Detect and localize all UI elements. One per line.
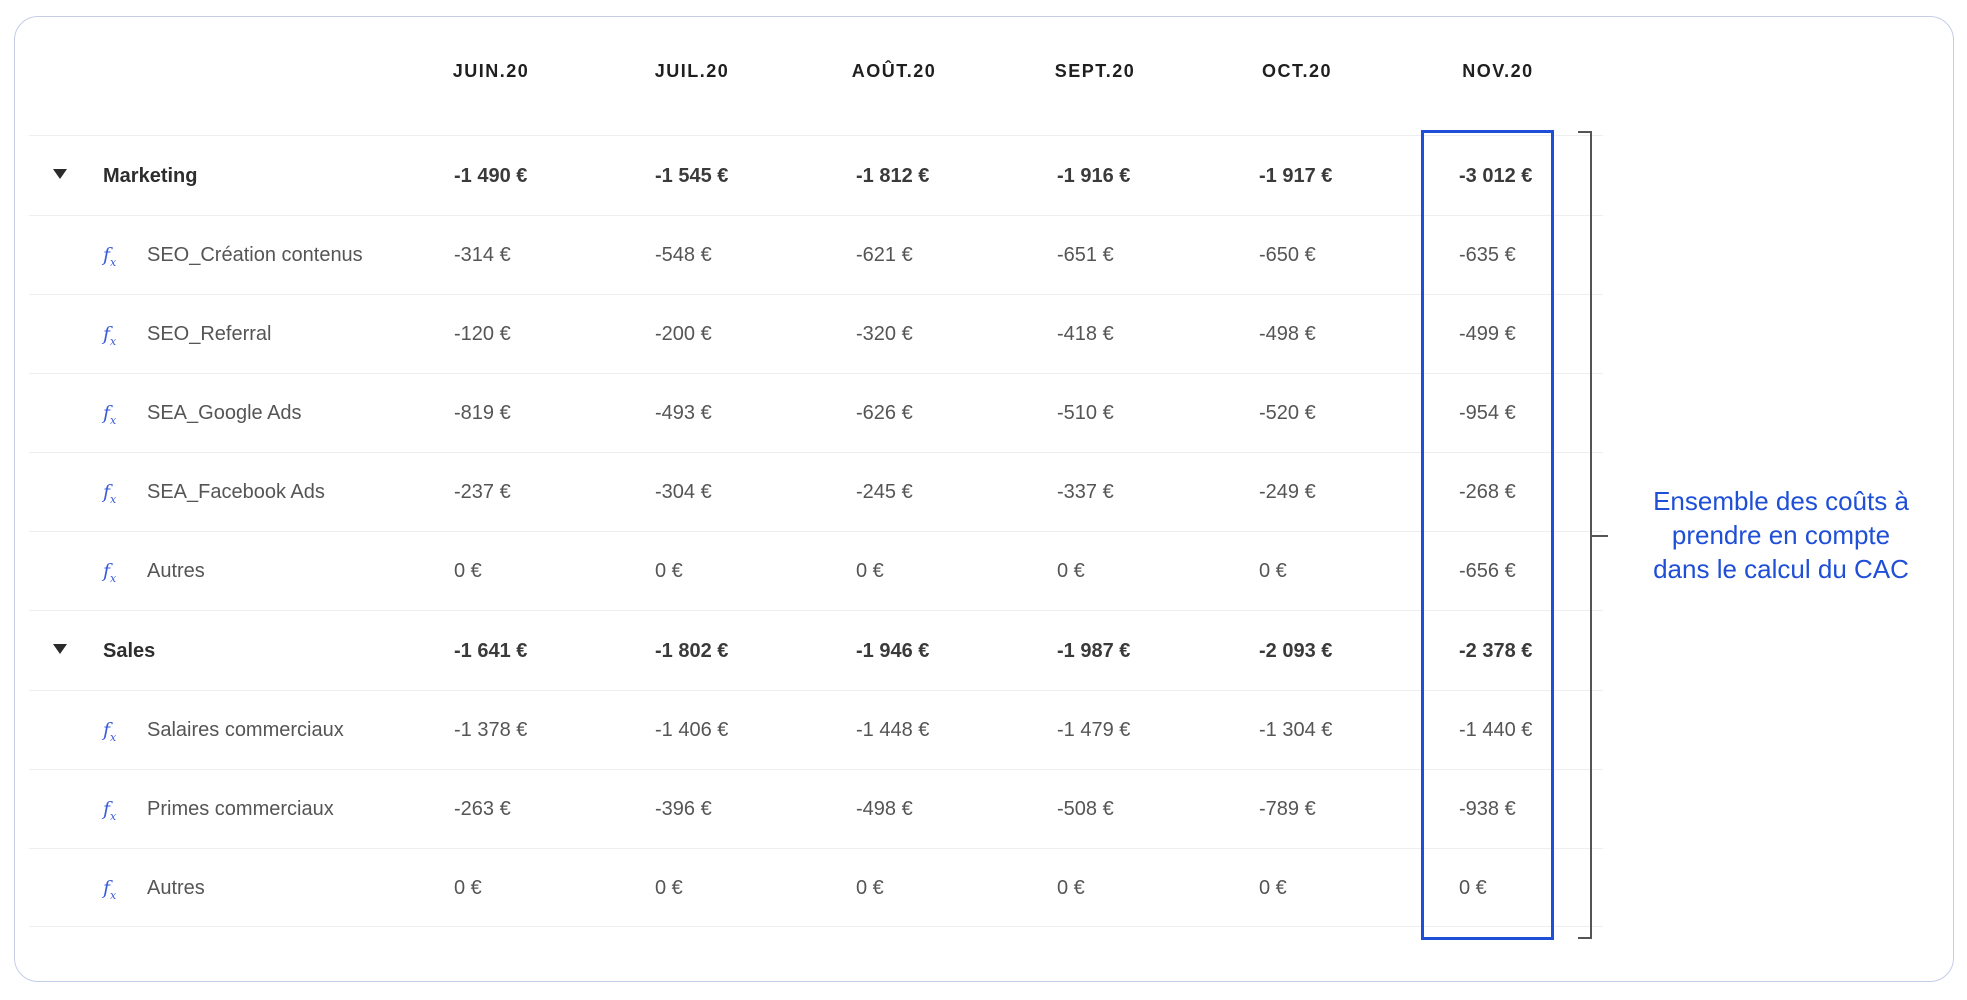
cell-value[interactable]: -650 € <box>1259 216 1316 295</box>
cell-value[interactable]: -626 € <box>856 374 913 453</box>
function-icon: fx <box>103 323 117 348</box>
cell-value[interactable]: -120 € <box>454 295 511 374</box>
cell-value[interactable]: -1 406 € <box>655 691 728 770</box>
caret-down-icon[interactable] <box>53 169 67 179</box>
cell-value[interactable]: -1 545 € <box>655 136 728 216</box>
cell-value[interactable]: -510 € <box>1057 374 1114 453</box>
annotation-line: dans le calcul du CAC <box>1653 554 1909 584</box>
table-row[interactable]: fx SEO_Création contenus -314 € -548 € -621 … <box>29 215 1603 294</box>
annotation-line: prendre en compte <box>1671 520 1891 550</box>
cell-value[interactable]: -396 € <box>655 770 712 849</box>
cell-value[interactable]: 0 € <box>655 532 683 611</box>
cell-value[interactable]: -1 802 € <box>655 611 728 691</box>
annotation-line: Ensemble des coûts à <box>1653 486 1909 516</box>
table-row[interactable]: fx Salaires commerciaux -1 378 € -1 406 € -1… <box>29 690 1603 769</box>
cell-value[interactable]: 0 € <box>856 532 884 611</box>
cell-value[interactable]: 0 € <box>454 849 482 928</box>
bracket <box>1578 131 1592 939</box>
cell-value[interactable]: -200 € <box>655 295 712 374</box>
cell-value[interactable]: -651 € <box>1057 216 1114 295</box>
cell-value[interactable]: -1 448 € <box>856 691 929 770</box>
cell-value[interactable]: -493 € <box>655 374 712 453</box>
row-label: Autres <box>147 877 205 899</box>
cell-value[interactable]: -1 479 € <box>1057 691 1130 770</box>
group-row[interactable]: Marketing -1 490 € -1 545 € -1 812 € -1 916 … <box>29 135 1603 215</box>
cell-value[interactable]: -498 € <box>856 770 913 849</box>
table-row[interactable]: fx SEA_Facebook Ads -237 € -304 € -245 € -337… <box>29 452 1603 531</box>
cell-value[interactable]: -1 490 € <box>454 136 527 216</box>
cell-value[interactable]: -548 € <box>655 216 712 295</box>
cell-value[interactable]: 0 € <box>1259 849 1287 928</box>
cell-value[interactable]: -1 987 € <box>1057 611 1130 691</box>
row-label: Sales <box>103 640 156 662</box>
cell-value[interactable]: -418 € <box>1057 295 1114 374</box>
column-header[interactable]: JUIL.20 <box>612 61 772 82</box>
cac-annotation: Ensemble des coûts à prendre en compte d… <box>1626 484 1936 586</box>
row-label: SEA_Facebook Ads <box>147 481 325 503</box>
cell-value[interactable]: -819 € <box>454 374 511 453</box>
cell-value[interactable]: -1 946 € <box>856 611 929 691</box>
cell-value[interactable]: -789 € <box>1259 770 1316 849</box>
cell-value[interactable]: -1 917 € <box>1259 136 1332 216</box>
table-body: Marketing -1 490 € -1 545 € -1 812 € -1 916 … <box>29 135 1603 927</box>
nov-column-highlight <box>1421 130 1554 940</box>
cell-value[interactable]: 0 € <box>454 532 482 611</box>
cell-value[interactable]: -520 € <box>1259 374 1316 453</box>
function-icon: fx <box>103 877 117 902</box>
cell-value[interactable]: -2 093 € <box>1259 611 1332 691</box>
function-icon: fx <box>103 244 117 269</box>
table-row[interactable]: fx Autres 0 €0 €0 €0 €0 € -656 € <box>29 531 1603 610</box>
table-row[interactable]: fx SEO_Referral -120 € -200 € -320 € -418 € -4… <box>29 294 1603 373</box>
function-icon: fx <box>103 481 117 506</box>
cell-value[interactable]: 0 € <box>1057 849 1085 928</box>
column-header[interactable]: JUIN.20 <box>411 61 571 82</box>
row-label: Marketing <box>103 165 198 187</box>
cell-value[interactable]: -320 € <box>856 295 913 374</box>
function-icon: fx <box>103 719 117 744</box>
cell-value[interactable]: 0 € <box>655 849 683 928</box>
cell-value[interactable]: -1 916 € <box>1057 136 1130 216</box>
column-header[interactable]: NOV.20 <box>1418 61 1578 82</box>
cell-value[interactable]: -337 € <box>1057 453 1114 532</box>
bracket-tick <box>1592 535 1608 537</box>
row-label: SEO_Referral <box>147 323 272 345</box>
row-label: SEO_Création contenus <box>147 244 363 266</box>
cell-value[interactable]: -1 812 € <box>856 136 929 216</box>
cell-value[interactable]: -1 641 € <box>454 611 527 691</box>
table-row[interactable]: fx Autres 0 €0 €0 €0 €0 €0 € <box>29 848 1603 927</box>
column-header[interactable]: AOÛT.20 <box>814 61 974 82</box>
cell-value[interactable]: 0 € <box>1057 532 1085 611</box>
cell-value[interactable]: -304 € <box>655 453 712 532</box>
cell-value[interactable]: -263 € <box>454 770 511 849</box>
caret-down-icon[interactable] <box>53 644 67 654</box>
row-label: Salaires commerciaux <box>147 719 344 741</box>
cell-value[interactable]: -245 € <box>856 453 913 532</box>
column-header[interactable]: OCT.20 <box>1217 61 1377 82</box>
cell-value[interactable]: 0 € <box>1259 532 1287 611</box>
group-row[interactable]: Sales -1 641 € -1 802 € -1 946 € -1 987 € -2 … <box>29 610 1603 690</box>
table-row[interactable]: fx Primes commerciaux -263 € -396 € -498 € -5… <box>29 769 1603 848</box>
function-icon: fx <box>103 798 117 823</box>
cell-value[interactable]: -508 € <box>1057 770 1114 849</box>
cell-value[interactable]: -621 € <box>856 216 913 295</box>
cell-value[interactable]: -1 378 € <box>454 691 527 770</box>
row-label: SEA_Google Ads <box>147 402 302 424</box>
function-icon: fx <box>103 560 117 585</box>
table-row[interactable]: fx SEA_Google Ads -819 € -493 € -626 € -510 €… <box>29 373 1603 452</box>
cell-value[interactable]: -1 304 € <box>1259 691 1332 770</box>
cell-value[interactable]: -249 € <box>1259 453 1316 532</box>
cell-value[interactable]: -237 € <box>454 453 511 532</box>
row-label: Autres <box>147 560 205 582</box>
cell-value[interactable]: 0 € <box>856 849 884 928</box>
table-header: JUIN.20 JUIL.20 AOÛT.20 SEPT.20 OCT.20 N… <box>15 61 1953 91</box>
cell-value[interactable]: -498 € <box>1259 295 1316 374</box>
row-label: Primes commerciaux <box>147 798 334 820</box>
cell-value[interactable]: -314 € <box>454 216 511 295</box>
function-icon: fx <box>103 402 117 427</box>
column-header[interactable]: SEPT.20 <box>1015 61 1175 82</box>
